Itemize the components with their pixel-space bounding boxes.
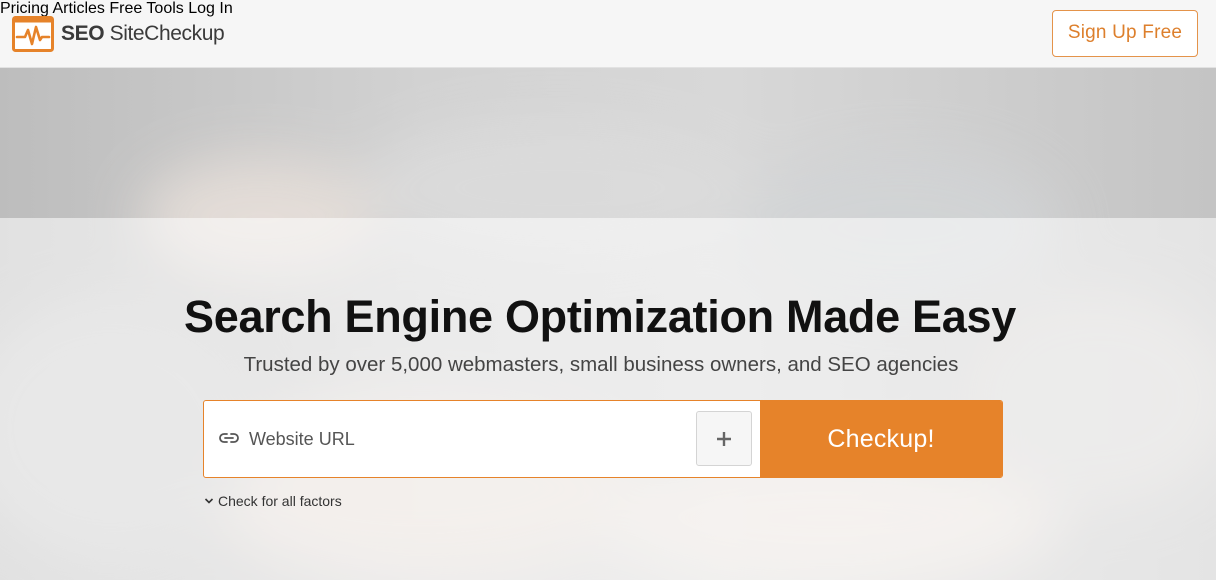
url-search-form: Checkup! [203,400,1003,478]
checkup-button[interactable]: Checkup! [760,401,1002,477]
hero-title: Search Engine Optimization Made Easy [184,291,1016,342]
brand-name: SEO SiteCheckup [61,22,225,45]
sign-up-button[interactable]: Sign Up Free [1052,10,1198,57]
pulse-monitor-icon [12,16,54,52]
site-logo[interactable]: SEO SiteCheckup [12,14,225,54]
chevron-down-icon [204,498,214,504]
plus-icon [717,431,731,446]
website-url-input[interactable] [249,401,679,477]
url-field-container [204,401,760,477]
check-all-factors-toggle[interactable]: Check for all factors [204,493,342,509]
hero-section: Search Engine Optimization Made Easy Tru… [0,68,1216,580]
link-icon [219,433,239,443]
hero-subtitle: Trusted by over 5,000 webmasters, small … [243,353,959,376]
check-all-factors-label: Check for all factors [218,493,342,509]
top-navigation-bar: SEO SiteCheckup Pricing Articles Free To… [0,0,1216,68]
add-url-button[interactable] [696,411,752,466]
